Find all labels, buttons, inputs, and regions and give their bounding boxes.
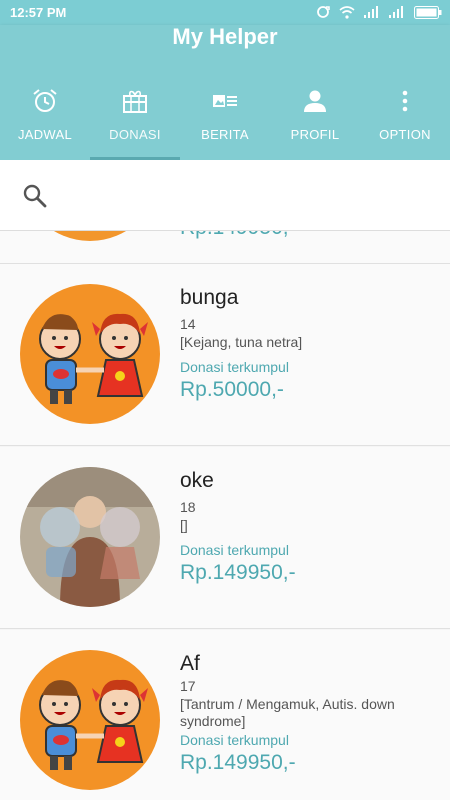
search-icon[interactable] <box>22 183 48 209</box>
gift-box-icon <box>123 90 147 113</box>
status-bar: 12:57 PM <box>0 0 450 25</box>
tab-donasi-label: DONASI <box>109 127 161 142</box>
tab-jadwal-label: JADWAL <box>17 127 73 142</box>
avatar <box>20 467 160 607</box>
donation-label: Donasi terkumpul <box>180 542 289 558</box>
child-age: 18 <box>180 499 196 515</box>
tab-option-label: OPTION <box>379 127 431 142</box>
tab-donasi[interactable]: DONASI <box>90 83 180 160</box>
child-condition: [Tantrum / Mengamuk, Autis. down syndrom… <box>180 696 395 729</box>
tab-jadwal[interactable]: JADWAL <box>0 83 90 160</box>
avatar <box>20 284 160 424</box>
wifi-icon <box>339 5 355 19</box>
status-time: 12:57 PM <box>10 5 67 20</box>
battery-icon <box>414 5 442 19</box>
donation-amount: Rp.50000,- <box>180 378 284 401</box>
tab-berita[interactable]: BERITA <box>180 83 270 160</box>
photo-avatar-image <box>20 467 160 607</box>
search-bar[interactable] <box>0 160 450 231</box>
app-bar: My Helper JADWAL DONASI BERITA PROFIL OP… <box>0 25 450 160</box>
child-age: 17 <box>180 678 196 694</box>
donation-amount: Rp.149950,- <box>180 751 296 774</box>
person-icon <box>304 90 326 112</box>
kids-avatar-image <box>20 650 160 790</box>
donation-amount: Rp.149950,- <box>180 561 296 584</box>
donation-label: Donasi terkumpul <box>180 732 289 748</box>
child-condition: [] <box>180 517 188 533</box>
child-name: oke <box>180 469 214 492</box>
signal-icon <box>364 6 378 18</box>
list-item[interactable]: oke 18 [] Donasi terkumpul Rp.149950,- <box>0 447 450 629</box>
tab-profil-label: PROFIL <box>290 127 340 142</box>
tab-option[interactable]: OPTION <box>360 83 450 160</box>
child-condition: [Kejang, tuna netra] <box>180 334 303 350</box>
donation-label: Donasi terkumpul <box>180 359 289 375</box>
donation-amount: Rp.149950,- <box>180 231 440 240</box>
app-title: My Helper <box>172 24 278 49</box>
tab-bar: JADWAL DONASI BERITA PROFIL OPTION <box>0 83 450 160</box>
sync-icon <box>317 6 330 18</box>
child-name: bunga <box>180 286 239 309</box>
more-vert-icon <box>402 90 408 112</box>
kids-avatar-image <box>20 284 160 424</box>
alarm-clock-icon <box>33 89 57 112</box>
donation-list: Rp.149950,- bun <box>0 231 450 800</box>
signal-icon-2 <box>389 6 403 18</box>
list-item[interactable]: bunga 14 [Kejang, tuna netra] Donasi ter… <box>0 264 450 446</box>
status-icons <box>316 5 442 19</box>
news-icon <box>213 95 237 107</box>
tab-profil[interactable]: PROFIL <box>270 83 360 160</box>
tab-berita-label: BERITA <box>201 127 249 142</box>
child-name: Af <box>180 652 200 675</box>
avatar <box>20 231 160 241</box>
avatar <box>20 650 160 790</box>
list-item[interactable]: Af 17 [Tantrum / Mengamuk, Autis. down s… <box>0 630 450 800</box>
list-item-partial[interactable]: Rp.149950,- <box>0 231 450 264</box>
child-age: 14 <box>180 316 196 332</box>
